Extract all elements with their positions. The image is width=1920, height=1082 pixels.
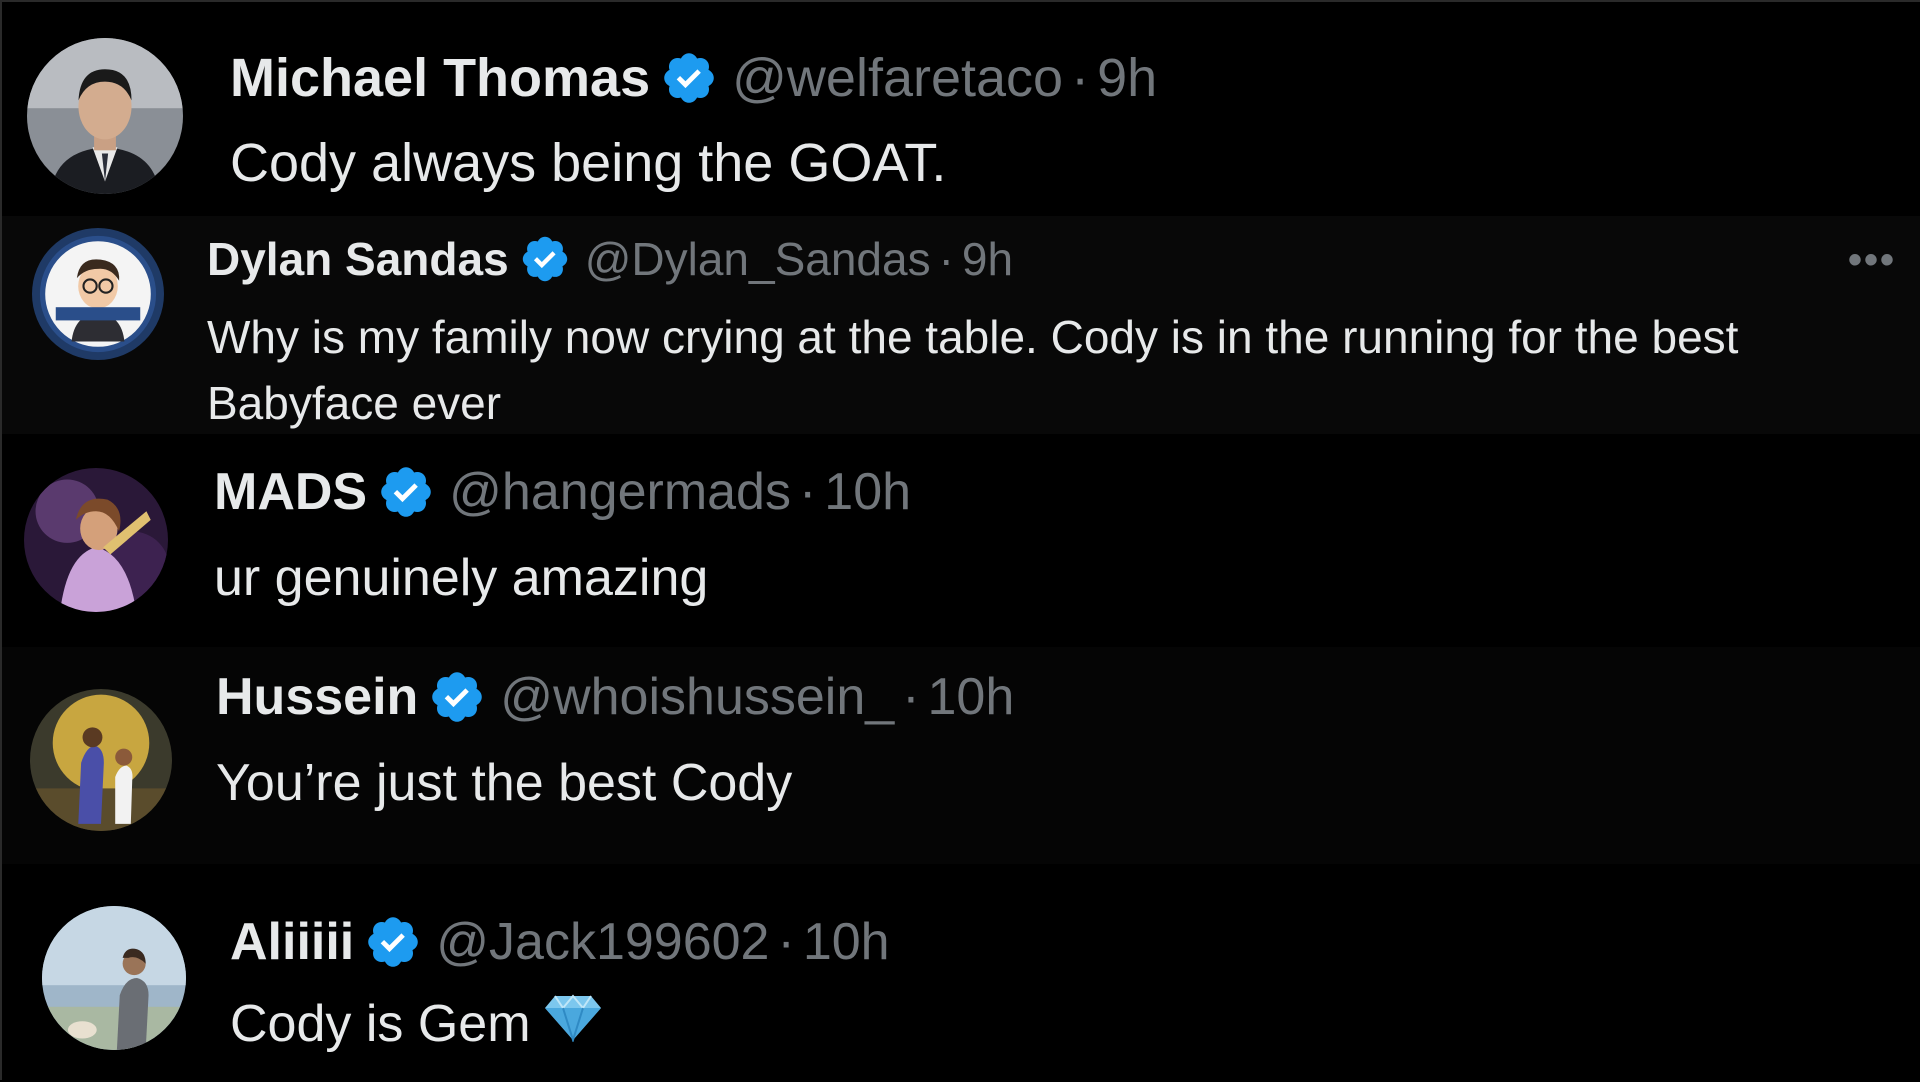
display-name[interactable]: Michael Thomas bbox=[230, 47, 650, 109]
verified-badge-icon bbox=[519, 233, 571, 285]
tweet-hussein[interactable]: Hussein @whoishussein_ · 10h You’re just… bbox=[2, 647, 1920, 864]
more-options-icon[interactable]: ••• bbox=[1848, 238, 1896, 283]
man-outdoors-avatar bbox=[42, 906, 186, 1050]
verified-badge-icon bbox=[428, 668, 486, 726]
tweet-header: Dylan Sandas @Dylan_Sandas · 9h bbox=[207, 232, 1013, 286]
timestamp[interactable]: 10h bbox=[928, 667, 1015, 727]
tweet-michael-thomas[interactable]: Michael Thomas @welfaretaco · 9h Cody al… bbox=[2, 2, 1920, 216]
tweet-text: Why is my family now crying at the table… bbox=[207, 311, 1739, 363]
display-name[interactable]: MADS bbox=[214, 462, 367, 522]
tweet-mads[interactable]: MADS @hangermads · 10h ur genuinely amaz… bbox=[2, 434, 1920, 647]
avatar[interactable] bbox=[42, 906, 186, 1050]
timestamp[interactable]: 9h bbox=[962, 232, 1013, 286]
tweet-header: MADS @hangermads · 10h bbox=[214, 462, 911, 522]
cartoon-avatar bbox=[32, 228, 164, 360]
tweet-text: Cody always being the GOAT. bbox=[230, 133, 947, 193]
avatar[interactable] bbox=[32, 228, 164, 360]
tweet-aliiiii[interactable]: Aliiiii @Jack199602 · 10h Cody is Gem bbox=[2, 864, 1920, 1082]
verified-badge-icon bbox=[660, 49, 718, 107]
tweet-text-line-2: Babyface ever bbox=[207, 377, 502, 429]
handle[interactable]: @Jack199602 bbox=[436, 912, 769, 972]
separator: · bbox=[902, 668, 920, 726]
verified-badge-icon bbox=[364, 913, 422, 971]
tweet-text-content: Cody is Gem bbox=[230, 994, 531, 1053]
avatar[interactable] bbox=[27, 38, 183, 194]
reply-list: Michael Thomas @welfaretaco · 9h Cody al… bbox=[0, 0, 1920, 1082]
handle[interactable]: @Dylan_Sandas bbox=[585, 232, 931, 286]
tweet-text: Cody is Gem bbox=[230, 992, 603, 1055]
tweet-header: Michael Thomas @welfaretaco · 9h bbox=[230, 48, 1157, 108]
wrestler-avatar bbox=[24, 468, 168, 612]
separator: · bbox=[938, 233, 954, 285]
avatar[interactable] bbox=[30, 689, 172, 831]
man-in-suit-avatar bbox=[27, 38, 183, 194]
timestamp[interactable]: 10h bbox=[803, 912, 890, 972]
display-name[interactable]: Aliiiii bbox=[230, 912, 354, 972]
display-name[interactable]: Dylan Sandas bbox=[207, 232, 509, 286]
tweet-text: You’re just the best Cody bbox=[216, 754, 793, 812]
separator: · bbox=[1071, 48, 1090, 108]
display-name[interactable]: Hussein bbox=[216, 667, 418, 727]
tweet-text: ur genuinely amazing bbox=[214, 549, 709, 607]
tweet-header: Hussein @whoishussein_ · 10h bbox=[216, 667, 1014, 727]
handle[interactable]: @hangermads bbox=[449, 462, 791, 522]
basketball-players-avatar bbox=[30, 689, 172, 831]
avatar[interactable] bbox=[24, 468, 168, 612]
timestamp[interactable]: 9h bbox=[1097, 47, 1157, 109]
timestamp[interactable]: 10h bbox=[824, 462, 911, 522]
handle[interactable]: @welfaretaco bbox=[732, 47, 1063, 109]
handle[interactable]: @whoishussein_ bbox=[500, 667, 894, 727]
verified-badge-icon bbox=[377, 463, 435, 521]
separator: · bbox=[798, 463, 817, 521]
tweet-dylan-sandas[interactable]: Dylan Sandas @Dylan_Sandas · 9h ••• Why … bbox=[2, 216, 1920, 434]
separator: · bbox=[777, 913, 795, 971]
gem-icon bbox=[543, 992, 603, 1055]
tweet-header: Aliiiii @Jack199602 · 10h bbox=[230, 912, 890, 972]
